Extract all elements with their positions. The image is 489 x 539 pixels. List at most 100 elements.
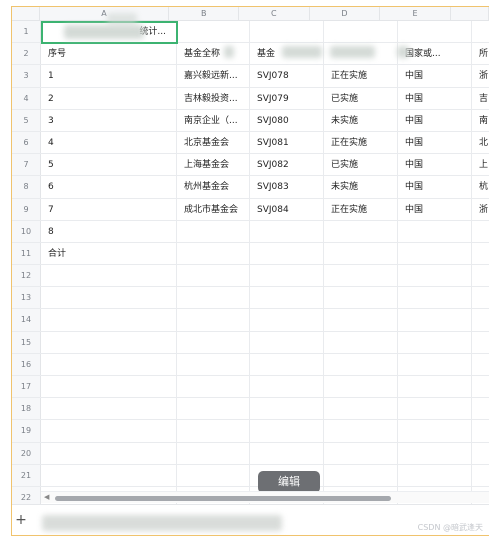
cell[interactable]: 南京企业（... — [177, 109, 250, 131]
cell[interactable] — [41, 309, 177, 331]
column-header-e[interactable]: E — [380, 7, 451, 21]
cell[interactable] — [324, 464, 398, 486]
cell[interactable] — [250, 220, 324, 242]
cell[interactable] — [250, 398, 324, 420]
cell[interactable]: 3 — [41, 109, 177, 131]
cell[interactable]: 北京基金会 — [177, 131, 250, 154]
row-header[interactable]: 8 — [12, 176, 41, 198]
row-header[interactable]: 16 — [12, 353, 41, 375]
cell[interactable] — [250, 376, 324, 398]
cell[interactable] — [177, 287, 250, 309]
cell[interactable] — [177, 242, 250, 265]
cell[interactable] — [472, 398, 489, 419]
column-header-d[interactable]: D — [310, 7, 381, 21]
cell[interactable]: 成北市基金会 — [177, 198, 250, 220]
cell[interactable] — [472, 420, 489, 441]
cell[interactable]: 中国 — [398, 65, 472, 87]
cell[interactable]: 中国 — [398, 109, 472, 131]
cell[interactable] — [472, 287, 489, 308]
horizontal-scrollbar[interactable]: ◀ — [41, 491, 489, 503]
cell[interactable] — [324, 420, 398, 442]
cell[interactable]: SVJ081 — [250, 131, 324, 154]
row-header[interactable]: 21 — [12, 464, 41, 486]
row-header[interactable]: 18 — [12, 398, 41, 420]
cell[interactable]: SVJ079 — [250, 87, 324, 109]
cell[interactable]: 吉 — [472, 88, 489, 109]
row-header[interactable]: 3 — [12, 65, 41, 87]
cell[interactable]: 中国 — [398, 131, 472, 154]
cell[interactable] — [472, 443, 489, 464]
cell[interactable] — [177, 220, 250, 242]
cell[interactable] — [41, 265, 177, 287]
cell[interactable]: 正在实施 — [324, 65, 398, 87]
cell[interactable]: 上 — [472, 154, 489, 175]
cell[interactable] — [398, 265, 472, 287]
cell[interactable] — [177, 331, 250, 353]
cell[interactable]: 上海基金会 — [177, 154, 250, 176]
cell[interactable] — [324, 220, 398, 242]
cell[interactable] — [398, 21, 472, 43]
cell[interactable]: SVJ082 — [250, 154, 324, 176]
cell[interactable] — [324, 309, 398, 331]
header-cell-index[interactable]: 序号 — [41, 43, 177, 65]
cell[interactable]: 4 — [41, 131, 177, 154]
cell[interactable]: 已实施 — [324, 154, 398, 176]
scroll-left-icon[interactable]: ◀ — [44, 493, 49, 501]
row-header[interactable]: 10 — [12, 220, 41, 242]
cell[interactable] — [398, 376, 472, 398]
cell[interactable] — [398, 442, 472, 464]
row-header[interactable]: 11 — [12, 242, 41, 265]
cell[interactable]: 2 — [41, 87, 177, 109]
cell[interactable]: 6 — [41, 176, 177, 198]
cell[interactable] — [324, 376, 398, 398]
row-header[interactable]: 19 — [12, 420, 41, 442]
cell[interactable] — [324, 442, 398, 464]
cell[interactable] — [41, 353, 177, 375]
cell[interactable]: 中国 — [398, 154, 472, 176]
row-header[interactable]: 12 — [12, 265, 41, 287]
row-header[interactable]: 15 — [12, 331, 41, 353]
cell[interactable] — [324, 242, 398, 265]
cell[interactable] — [472, 354, 489, 375]
cell[interactable] — [324, 21, 398, 43]
cell[interactable] — [324, 331, 398, 353]
cell[interactable]: 浙 — [472, 65, 489, 86]
row-header[interactable]: 20 — [12, 442, 41, 464]
cell[interactable]: SVJ083 — [250, 176, 324, 198]
cell[interactable] — [250, 21, 324, 43]
cell[interactable] — [398, 420, 472, 442]
cell[interactable] — [398, 287, 472, 309]
cell[interactable] — [472, 332, 489, 353]
row-header[interactable]: 6 — [12, 131, 41, 154]
cell[interactable] — [177, 265, 250, 287]
cell[interactable] — [41, 331, 177, 353]
row-header[interactable]: 7 — [12, 154, 41, 176]
cell[interactable] — [398, 464, 472, 486]
select-all-corner[interactable] — [12, 7, 40, 21]
cell[interactable]: SVJ084 — [250, 198, 324, 220]
cell[interactable]: 嘉兴毅远新... — [177, 65, 250, 87]
cell[interactable] — [177, 420, 250, 442]
cell[interactable]: 中国 — [398, 198, 472, 220]
cell[interactable] — [398, 331, 472, 353]
cell[interactable] — [472, 221, 489, 242]
cell[interactable]: 北 — [472, 132, 489, 153]
cell[interactable] — [472, 465, 489, 486]
cell[interactable]: 杭 — [472, 176, 489, 197]
cell[interactable] — [324, 398, 398, 420]
cell[interactable] — [177, 464, 250, 486]
cell[interactable] — [398, 220, 472, 242]
cell[interactable]: 中国 — [398, 87, 472, 109]
row-header[interactable]: 9 — [12, 198, 41, 220]
cell[interactable] — [472, 21, 489, 42]
row-header[interactable]: 2 — [12, 43, 41, 65]
row-header[interactable]: 4 — [12, 87, 41, 109]
column-header-b[interactable]: B — [169, 7, 240, 21]
cell[interactable] — [398, 309, 472, 331]
cell[interactable]: 已实施 — [324, 87, 398, 109]
cell[interactable] — [250, 242, 324, 265]
cell[interactable] — [398, 398, 472, 420]
column-header-f[interactable] — [451, 7, 489, 21]
cell[interactable] — [324, 353, 398, 375]
cell[interactable] — [177, 21, 250, 43]
